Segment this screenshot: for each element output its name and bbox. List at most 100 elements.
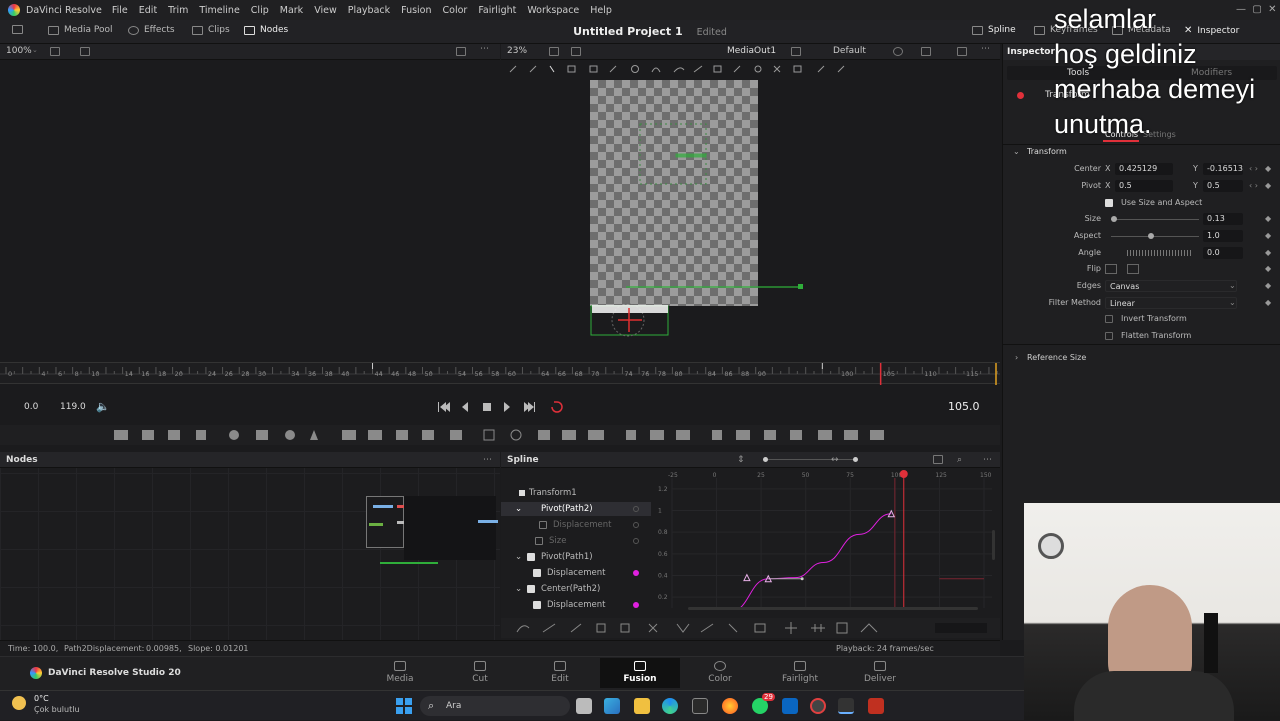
fit-icon[interactable]: [549, 47, 559, 56]
checkbox-checked-icon[interactable]: [533, 569, 541, 577]
page-cut[interactable]: Cut: [450, 661, 510, 684]
spline-v-scrollbar[interactable]: [992, 530, 995, 560]
spline-color-dot[interactable]: [633, 538, 639, 544]
checkbox-checked-icon[interactable]: [533, 601, 541, 609]
region-icon[interactable]: [571, 47, 581, 56]
chevron-down-icon[interactable]: ⌄: [32, 46, 38, 54]
keyframe-icon[interactable]: ◆: [1265, 161, 1271, 177]
size-slider-handle[interactable]: [1111, 216, 1117, 222]
spline-item[interactable]: Transform1: [501, 486, 651, 500]
keyframe-icon[interactable]: ◆: [1265, 295, 1271, 311]
pivot-x-field[interactable]: 0.5: [1115, 180, 1173, 192]
node-editor[interactable]: [0, 468, 500, 640]
file-explorer-icon[interactable]: [634, 698, 650, 714]
node-canvas-area[interactable]: [404, 496, 496, 560]
aspect-slider[interactable]: [1111, 236, 1199, 237]
flip-vertical-icon[interactable]: [1127, 264, 1139, 274]
clips-button[interactable]: Clips: [192, 25, 230, 35]
checkbox-unchecked-icon[interactable]: [1105, 332, 1113, 340]
page-color[interactable]: Color: [690, 661, 750, 684]
weather-icon[interactable]: [12, 696, 26, 710]
checkbox-unchecked-icon[interactable]: [1105, 315, 1113, 323]
center-x-field[interactable]: 0.425129: [1115, 163, 1173, 175]
keyframe-icon[interactable]: ◆: [1265, 178, 1271, 194]
node-mediaout[interactable]: [478, 520, 498, 523]
menu-file[interactable]: File: [112, 5, 128, 16]
page-fusion[interactable]: Fusion: [600, 658, 680, 688]
menu-fairlight[interactable]: Fairlight: [478, 5, 516, 16]
node-background[interactable]: [369, 523, 383, 526]
spline-item[interactable]: Displacement: [501, 566, 651, 580]
menu-color[interactable]: Color: [443, 5, 468, 16]
more-options-icon[interactable]: ⋯: [483, 452, 492, 468]
viewer-options-icon[interactable]: [791, 47, 801, 56]
zoom-slider-handle[interactable]: [763, 457, 768, 462]
spline-color-dot[interactable]: [633, 570, 639, 576]
aspect-slider-handle[interactable]: [1148, 233, 1154, 239]
invert-transform-row[interactable]: Invert Transform: [1003, 311, 1280, 327]
node-mediain[interactable]: [373, 505, 393, 508]
app-icon[interactable]: [782, 698, 798, 714]
color-icon[interactable]: [893, 47, 903, 56]
left-viewer-zoom[interactable]: 100%: [6, 46, 32, 56]
zoom-fit-icon[interactable]: [933, 455, 943, 464]
viewer-zoom[interactable]: 23%: [507, 46, 527, 56]
taskbar-search[interactable]: ⌕ Ara: [420, 696, 570, 716]
windows-start-icon[interactable]: [396, 698, 412, 714]
node-color-icon[interactable]: [1017, 92, 1024, 99]
search-icon[interactable]: ⌕: [957, 452, 962, 468]
expand-icon[interactable]: ⇕: [737, 452, 745, 468]
resolve-taskbar-icon[interactable]: [838, 698, 854, 714]
center-y-field[interactable]: -0.16513: [1203, 163, 1243, 175]
winrar-icon[interactable]: [868, 698, 884, 714]
menu-mark[interactable]: Mark: [280, 5, 303, 16]
size-slider[interactable]: [1111, 219, 1199, 220]
fit-icon[interactable]: [50, 47, 60, 56]
current-time-field[interactable]: 105.0: [948, 400, 980, 413]
page-fairlight[interactable]: Fairlight: [770, 661, 830, 684]
chevron-down-icon[interactable]: ⌄: [515, 582, 522, 596]
menu-clip[interactable]: Clip: [251, 5, 269, 16]
checkbox-unchecked-icon[interactable]: [539, 521, 547, 529]
more-options-icon[interactable]: ⋯: [983, 452, 992, 468]
flatten-transform-row[interactable]: Flatten Transform: [1003, 328, 1280, 344]
spline-item[interactable]: ⌄ Center(Path2): [501, 582, 651, 596]
chevron-down-icon[interactable]: ⌄: [515, 550, 522, 564]
render-start-field[interactable]: 0.0: [24, 402, 38, 412]
node-minimap[interactable]: [366, 496, 417, 548]
spline-color-dot[interactable]: [633, 522, 639, 528]
time-ruler[interactable]: 0 4 6 8 10 14 16 18 20 24 26 28 30 34 36 38 40 44 46 48 50 54…: [0, 362, 1000, 385]
region-icon[interactable]: [80, 47, 90, 56]
page-edit[interactable]: Edit: [530, 661, 590, 684]
section-reference-size[interactable]: › Reference Size: [1003, 350, 1280, 366]
audio-icon[interactable]: 🔈: [96, 400, 110, 413]
spline-item[interactable]: ⌄ Pivot(Path1): [501, 550, 651, 564]
checkbox-checked-icon[interactable]: [527, 553, 535, 561]
viewer-lut[interactable]: Default: [833, 46, 866, 56]
menu-edit[interactable]: Edit: [139, 5, 157, 16]
firefox-icon[interactable]: [722, 698, 738, 714]
spline-item[interactable]: Displacement: [501, 598, 651, 612]
pivot-arrows-icon[interactable]: ‹ ›: [1249, 178, 1258, 194]
spline-graph[interactable]: -25 0 25 50 75 100 125 1501.210.80.60.40.2: [656, 468, 992, 608]
displacement-curve[interactable]: [731, 513, 892, 608]
filter-method-dropdown[interactable]: Linear: [1105, 297, 1237, 309]
store-icon[interactable]: [692, 698, 708, 714]
spline-h-scrollbar[interactable]: [688, 607, 978, 610]
keyframe-icon[interactable]: ◆: [1265, 211, 1271, 227]
spline-value-field[interactable]: [935, 623, 987, 633]
page-media[interactable]: Media: [370, 661, 430, 684]
angle-thumbwheel[interactable]: [1127, 250, 1191, 256]
widgets-icon[interactable]: [604, 698, 620, 714]
spline-item[interactable]: Displacement: [501, 518, 651, 532]
menu-workspace[interactable]: Workspace: [527, 5, 579, 16]
tangent-handle-point[interactable]: [800, 577, 804, 581]
menu-fusion[interactable]: Fusion: [401, 5, 431, 16]
section-transform[interactable]: ⌄ Transform: [1003, 144, 1280, 160]
use-size-aspect-row[interactable]: Use Size and Aspect: [1003, 195, 1280, 211]
page-deliver[interactable]: Deliver: [850, 661, 910, 684]
keyframe-icon[interactable]: ◆: [1265, 228, 1271, 244]
menu-view[interactable]: View: [314, 5, 337, 16]
single-viewer-icon[interactable]: [456, 47, 466, 56]
keyframe-icon[interactable]: ◆: [1265, 278, 1271, 294]
